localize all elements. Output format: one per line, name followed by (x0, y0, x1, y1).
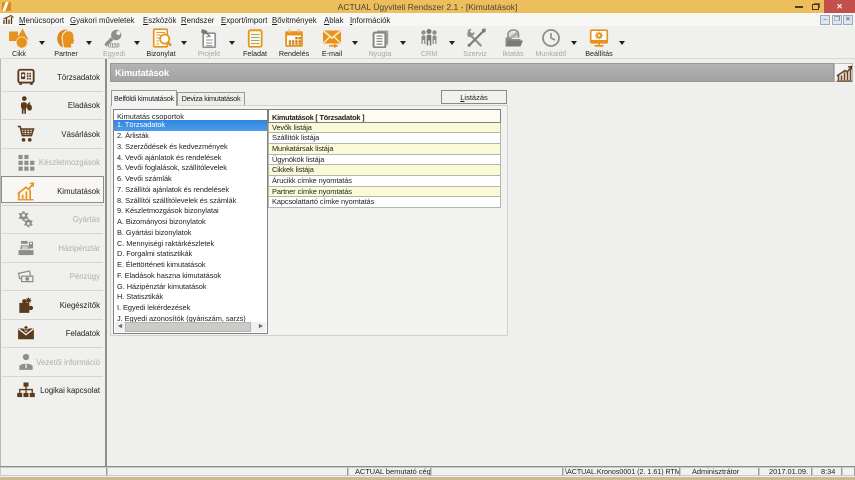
svg-text:0110: 0110 (108, 43, 121, 48)
